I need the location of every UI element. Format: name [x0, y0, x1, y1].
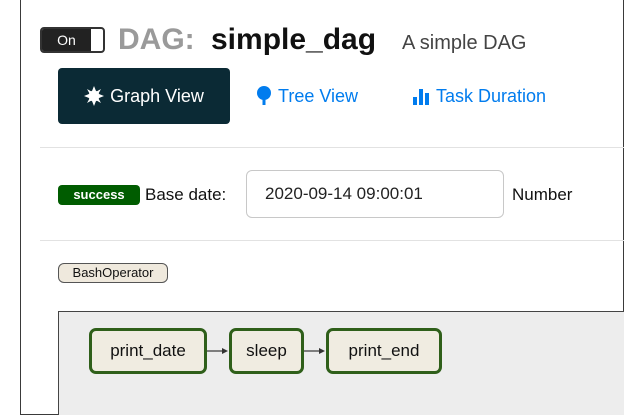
task-node-sleep[interactable]: sleep — [229, 328, 304, 374]
task-node-print-end[interactable]: print_end — [326, 328, 442, 374]
tab-tree-view-label: Tree View — [278, 85, 359, 106]
dag-graph-canvas[interactable]: print_date sleep print_end — [58, 311, 624, 415]
tab-task-duration-label: Task Duration — [436, 85, 547, 106]
base-date-input[interactable] — [246, 170, 504, 218]
asterisk-icon — [84, 86, 105, 106]
dag-name: simple_dag — [211, 23, 377, 56]
edge-arrowhead — [222, 348, 228, 354]
divider — [40, 147, 624, 148]
toggle-label: On — [42, 29, 91, 51]
tab-graph-view-label: Graph View — [110, 85, 204, 106]
dag-description: A simple DAG — [402, 32, 527, 54]
status-badge: success — [58, 185, 140, 205]
tab-graph-view[interactable]: Graph View — [58, 68, 230, 124]
divider — [40, 240, 624, 241]
tab-tree-view[interactable]: Tree View — [256, 68, 358, 124]
number-runs-label: Number — [512, 185, 573, 204]
task-node-print-date[interactable]: print_date — [89, 328, 207, 374]
dag-label: DAG: — [118, 23, 195, 56]
operator-legend-bashoperator: BashOperator — [58, 263, 168, 283]
dag-pause-toggle[interactable]: On — [40, 27, 105, 53]
edge-arrowhead — [319, 348, 325, 354]
tree-icon — [257, 86, 271, 105]
tab-task-duration[interactable]: Task Duration — [412, 68, 546, 124]
bar-chart-icon — [413, 89, 429, 105]
base-date-label: Base date: — [145, 185, 227, 204]
